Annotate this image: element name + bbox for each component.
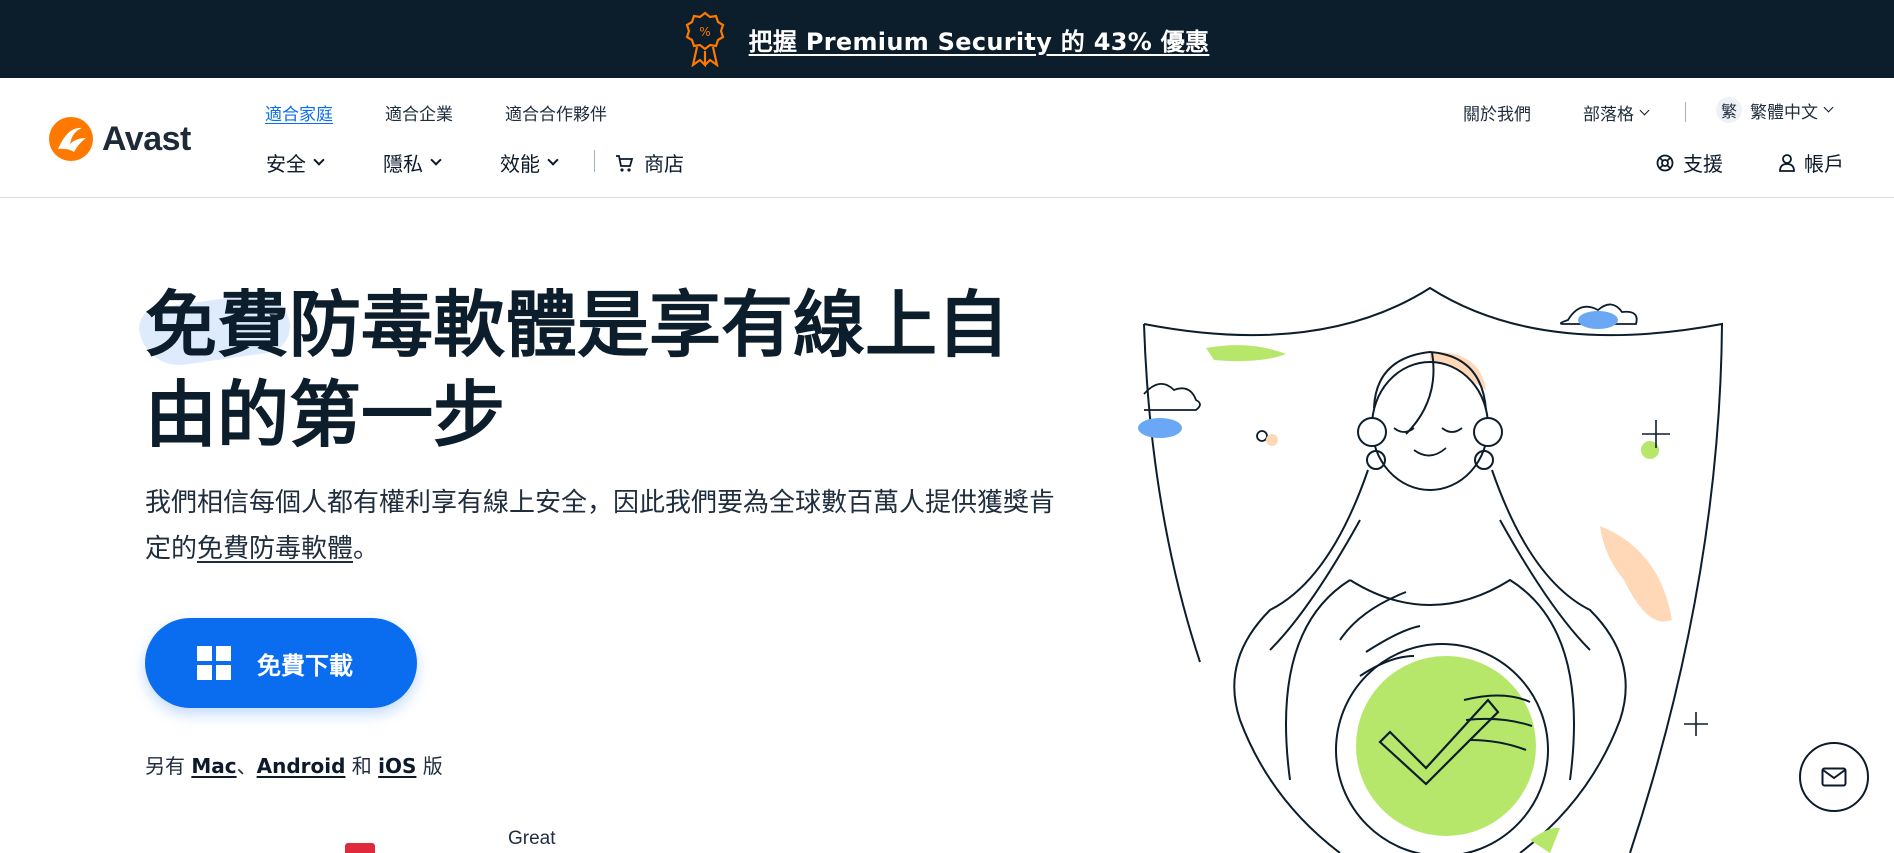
nav-performance-label: 效能: [500, 152, 540, 176]
nav-store-label: 商店: [644, 152, 684, 176]
svg-text:%: %: [699, 25, 710, 39]
site-header: Avast 適合家庭 適合企業 適合合作夥伴 安全 隱私 效能 商店 關於我們 …: [0, 78, 1894, 198]
nav-security-label: 安全: [266, 152, 306, 176]
promo-banner[interactable]: % 把握 Premium Security 的 43% 優惠: [0, 0, 1894, 78]
rating-label: Great: [508, 828, 556, 849]
support-link[interactable]: 支援: [1655, 148, 1723, 177]
about-link[interactable]: 關於我們: [1463, 100, 1531, 125]
nav-privacy-label: 隱私: [383, 152, 423, 176]
account-label: 帳戶: [1804, 152, 1844, 176]
user-icon: [1779, 153, 1795, 172]
nav-security[interactable]: 安全: [266, 148, 325, 177]
brand-name: Avast: [102, 119, 191, 158]
language-selector[interactable]: 繁 繁體中文: [1716, 97, 1834, 123]
blog-label: 部落格: [1583, 105, 1634, 125]
segment-business[interactable]: 適合企業: [385, 100, 453, 125]
free-download-button[interactable]: 免費下載: [145, 618, 417, 708]
cart-icon: [616, 154, 634, 172]
account-link[interactable]: 帳戶: [1778, 148, 1844, 177]
avast-logo-icon: [49, 117, 93, 161]
hero-lead: 我們相信每個人都有權利享有線上安全，因此我們要為全球數百萬人提供獲獎肯定的免費防…: [145, 480, 1065, 572]
other-platforms: 另有 Mac、Android 和 iOS 版: [145, 750, 443, 779]
windows-icon: [197, 646, 231, 680]
blog-menu[interactable]: 部落格: [1583, 100, 1650, 125]
segment-partners[interactable]: 適合合作夥伴: [505, 100, 607, 125]
discount-badge-icon: %: [685, 11, 724, 67]
free-download-label: 免費下載: [257, 652, 353, 680]
segment-home[interactable]: 適合家庭: [265, 100, 333, 125]
chevron-down-icon: [430, 154, 442, 166]
nav-performance[interactable]: 效能: [500, 148, 559, 177]
mail-icon: [1821, 767, 1847, 787]
android-link[interactable]: Android: [257, 754, 346, 778]
contact-mail-button[interactable]: [1799, 742, 1869, 812]
platforms-sep: 、: [236, 754, 257, 778]
platforms-prefix: 另有: [145, 754, 192, 778]
chevron-down-icon: [313, 154, 325, 166]
nav-privacy[interactable]: 隱私: [383, 148, 442, 177]
mac-link[interactable]: Mac: [191, 754, 236, 778]
hero-headline: 免費防毒軟體是享有線上自由的第一步: [145, 282, 1010, 457]
support-icon: [1656, 154, 1674, 171]
language-icon: 繁: [1716, 97, 1742, 123]
promo-link[interactable]: 把握 Premium Security 的 43% 優惠: [749, 22, 1210, 57]
rating-logo: [345, 843, 375, 853]
nav-divider: [594, 150, 595, 172]
lang-divider: [1685, 102, 1686, 122]
nav-store[interactable]: 商店: [614, 148, 684, 177]
chevron-down-icon: [547, 154, 559, 166]
support-label: 支援: [1683, 152, 1723, 176]
brand-logo[interactable]: Avast: [48, 116, 191, 162]
lead-end: 。: [353, 534, 380, 564]
free-antivirus-link[interactable]: 免費防毒軟體: [197, 534, 353, 564]
ios-link[interactable]: iOS: [378, 754, 416, 778]
language-label: 繁體中文: [1750, 102, 1818, 123]
hero-illustration: [1138, 286, 1724, 853]
chevron-down-icon: [1823, 102, 1834, 113]
chevron-down-icon: [1639, 105, 1650, 115]
platforms-and: 和: [345, 754, 379, 778]
platforms-suffix: 版: [416, 754, 443, 778]
